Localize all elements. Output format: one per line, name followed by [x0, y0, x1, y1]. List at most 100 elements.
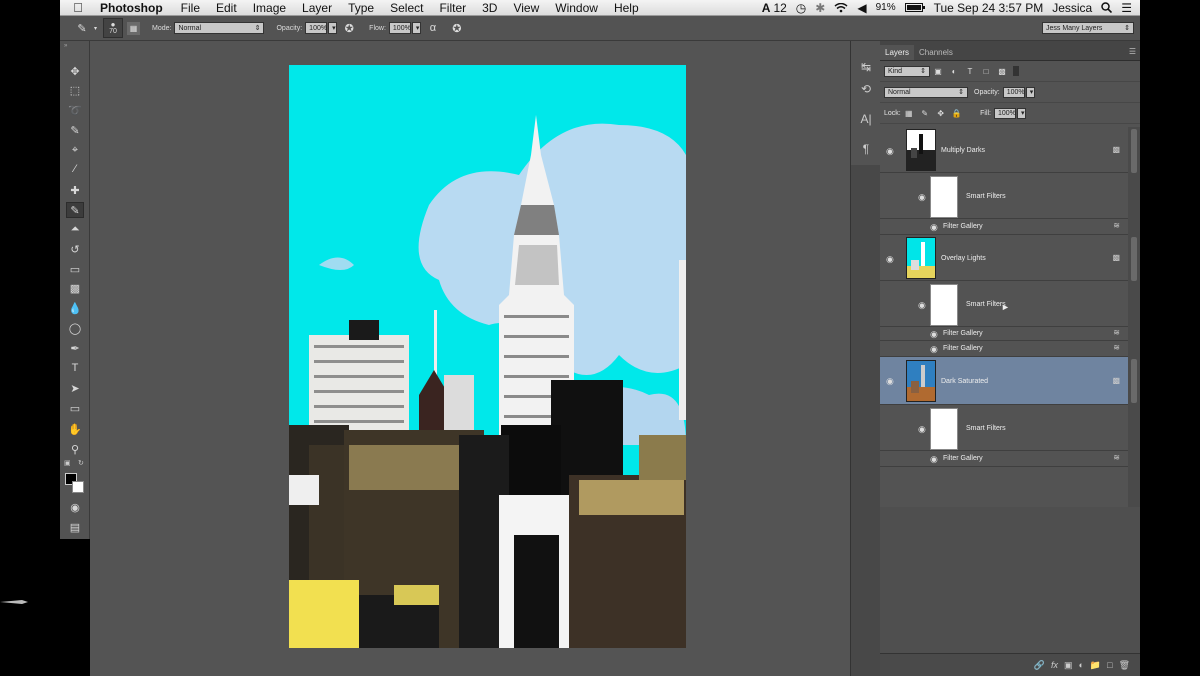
fill-dropdown-icon[interactable]: ▾	[1017, 107, 1026, 119]
paragraph-panel-icon[interactable]: ¶	[858, 141, 874, 157]
adobe-icon[interactable]: A	[762, 1, 771, 15]
brush-icon[interactable]: ✎	[66, 202, 84, 218]
filter-row[interactable]: ◉ Filter Gallery ≋	[880, 341, 1128, 357]
scroll-thumb-3[interactable]	[1131, 359, 1137, 403]
panel-collapse-icon[interactable]: »	[64, 43, 67, 49]
workspace-select[interactable]: Jess Many Layers ⇕	[1042, 22, 1134, 34]
dodge-icon[interactable]: ◯	[66, 320, 84, 336]
airbrush-icon[interactable]: α	[425, 20, 441, 36]
filter-options-icon[interactable]: ≋	[1113, 453, 1120, 462]
panel-menu-icon[interactable]: ☰	[1129, 47, 1136, 56]
lock-image-icon[interactable]: ✎	[920, 108, 930, 118]
hand-icon[interactable]: ✋	[66, 421, 84, 437]
add-mask-icon[interactable]: ▣	[1064, 660, 1073, 671]
smart-object-icon[interactable]: ▩	[1112, 253, 1120, 262]
gradient-icon[interactable]: ▩	[66, 280, 84, 296]
smart-filter-mask[interactable]	[930, 408, 958, 450]
filter-pixel-icon[interactable]: ▣	[933, 66, 943, 76]
filter-smart-object-icon[interactable]: ▩	[997, 66, 1007, 76]
layer-overlay-lights[interactable]: ◉ Overlay Lights ▩	[880, 235, 1128, 281]
paths-panel-icon[interactable]: ⟲	[858, 81, 874, 97]
link-layers-icon[interactable]: 🔗	[1034, 660, 1045, 671]
tab-layers[interactable]: Layers	[880, 45, 915, 60]
wifi-icon[interactable]	[834, 2, 848, 13]
spotlight-icon[interactable]	[1101, 2, 1113, 13]
opacity-dropdown-icon[interactable]: ▾	[328, 22, 338, 34]
layer-style-fx-icon[interactable]: fx	[1051, 660, 1058, 670]
brush-preset-picker[interactable]: ● 70	[103, 18, 124, 38]
lock-transparent-icon[interactable]: ▦	[904, 108, 914, 118]
menu-filter[interactable]: Filter	[431, 1, 474, 15]
visibility-eye-icon[interactable]: ◉	[918, 301, 930, 310]
layer-multiply-darks[interactable]: ◉ Multiply Darks ▩	[880, 127, 1128, 173]
flow-dropdown-icon[interactable]: ▾	[411, 22, 421, 34]
eraser-icon[interactable]: ▭	[66, 261, 84, 277]
mode-select[interactable]: Normal ⇕	[174, 22, 265, 34]
history-panel-icon[interactable]: ↹	[858, 59, 874, 75]
stamp-icon[interactable]: ⏶	[66, 221, 84, 237]
visibility-eye-icon[interactable]: ◉	[930, 330, 942, 339]
filter-row[interactable]: ◉ Filter Gallery ≋	[880, 219, 1128, 235]
delete-layer-icon[interactable]: 🗑	[1119, 660, 1130, 671]
bluetooth-icon[interactable]: ✱	[815, 1, 825, 15]
menu-help[interactable]: Help	[606, 1, 647, 15]
visibility-eye-icon[interactable]: ◉	[930, 223, 942, 232]
smart-filter-mask[interactable]	[930, 176, 958, 218]
layers-scrollbar[interactable]	[1128, 127, 1140, 507]
history-brush-icon[interactable]: ↺	[66, 241, 84, 257]
app-menu[interactable]: Photoshop	[88, 1, 173, 15]
filter-options-icon[interactable]: ≋	[1113, 221, 1120, 230]
tab-channels[interactable]: Channels	[914, 45, 958, 60]
swap-colors-icon[interactable]: ↻	[78, 459, 84, 467]
layer-name[interactable]: Multiply Darks	[941, 147, 985, 154]
adjustment-layer-icon[interactable]: ◐	[1078, 660, 1083, 670]
visibility-eye-icon[interactable]: ◉	[930, 455, 942, 464]
screen-mode-icon[interactable]: ▤	[66, 519, 84, 535]
default-colors-icon[interactable]: ▣	[64, 459, 71, 467]
volume-icon[interactable]: ◀	[857, 1, 866, 15]
menu-window[interactable]: Window	[547, 1, 606, 15]
lasso-icon[interactable]: ➰	[66, 102, 84, 118]
user-name[interactable]: Jessica	[1052, 1, 1092, 15]
filter-shape-icon[interactable]: □	[981, 66, 991, 76]
lock-position-icon[interactable]: ✥	[936, 108, 946, 118]
new-layer-icon[interactable]: □	[1107, 660, 1112, 670]
time-machine-icon[interactable]: ◷	[796, 1, 806, 15]
menu-layer[interactable]: Layer	[294, 1, 340, 15]
flow-field[interactable]: 100%	[388, 22, 411, 34]
shape-icon[interactable]: ▭	[66, 400, 84, 416]
menu-select[interactable]: Select	[382, 1, 431, 15]
pen-icon[interactable]: ✒	[66, 340, 84, 356]
layer-name[interactable]: Overlay Lights	[941, 255, 986, 262]
zoom-icon[interactable]: ⚲	[66, 441, 84, 457]
marquee-icon[interactable]: ⬚	[66, 82, 84, 98]
menu-edit[interactable]: Edit	[208, 1, 245, 15]
blend-mode-select[interactable]: Normal ⇕	[884, 86, 968, 98]
lock-all-icon[interactable]: 🔒	[952, 108, 962, 118]
layer-opacity-dropdown-icon[interactable]: ▾	[1025, 86, 1035, 98]
visibility-eye-icon[interactable]: ◉	[918, 193, 930, 202]
menu-image[interactable]: Image	[245, 1, 294, 15]
filter-row[interactable]: ◉ Filter Gallery ≋	[880, 451, 1128, 467]
menu-3d[interactable]: 3D	[474, 1, 505, 15]
smart-object-icon[interactable]: ▩	[1112, 376, 1120, 385]
background-color-swatch[interactable]	[72, 481, 84, 493]
quick-select-icon[interactable]: ✎	[66, 122, 84, 138]
battery-icon[interactable]	[904, 3, 925, 12]
tool-preset-brush-icon[interactable]: ✎	[74, 20, 90, 36]
healing-icon[interactable]: ✚	[66, 182, 84, 198]
scroll-thumb-1[interactable]	[1131, 129, 1137, 173]
smart-filters-row[interactable]: ◉ Smart Filters	[880, 173, 1128, 219]
tool-preset-dropdown-icon[interactable]: ▾	[94, 25, 97, 32]
layer-name[interactable]: Dark Saturated	[941, 378, 988, 385]
filter-row[interactable]: ◉ Filter Gallery ≋	[880, 327, 1128, 341]
smart-filters-row[interactable]: ◉ Smart Filters	[880, 405, 1128, 451]
document-image[interactable]	[289, 65, 686, 648]
smart-filter-mask[interactable]	[930, 284, 958, 326]
crop-icon[interactable]: ⌖	[66, 142, 84, 158]
path-select-icon[interactable]: ➤	[66, 380, 84, 396]
visibility-eye-icon[interactable]: ◉	[918, 425, 930, 434]
filter-options-icon[interactable]: ≋	[1113, 343, 1120, 352]
quick-mask-icon[interactable]: ◉	[66, 499, 84, 515]
filter-options-icon[interactable]: ≋	[1113, 328, 1120, 337]
